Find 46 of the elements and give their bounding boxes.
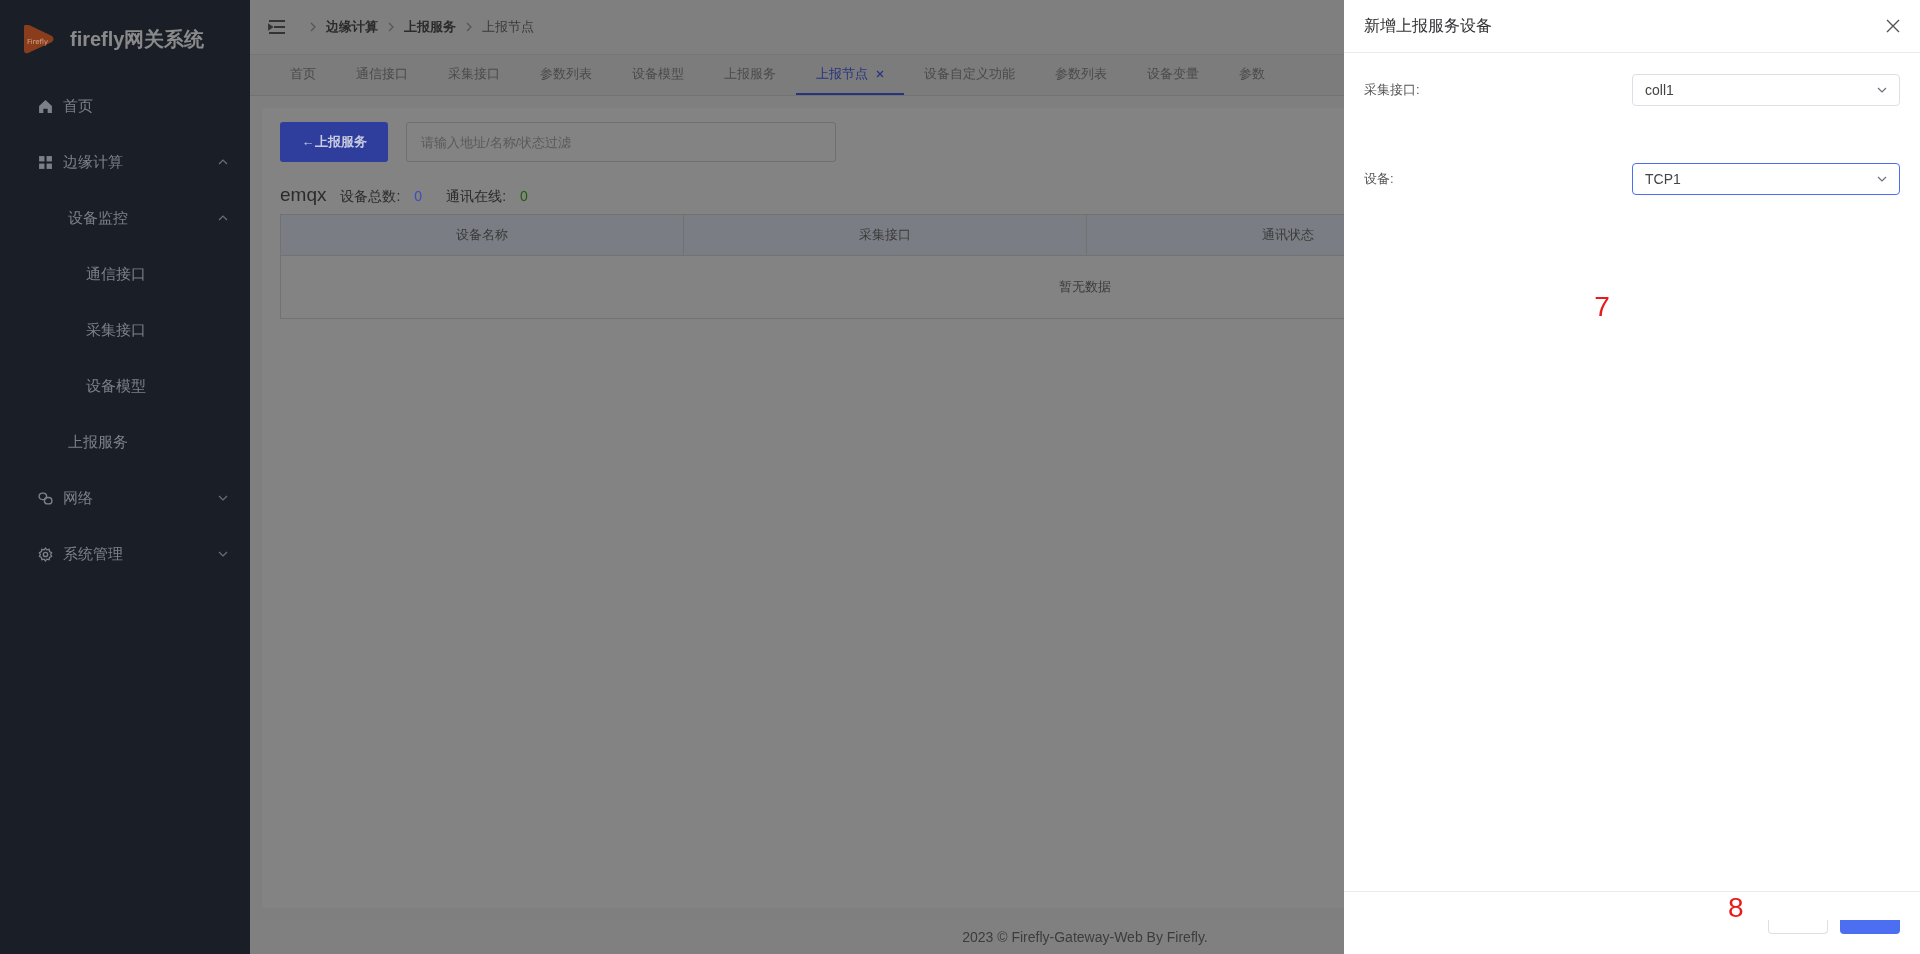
breadcrumb-item[interactable]: 上报服务 [404, 18, 456, 36]
annotation-number: 8 [1728, 892, 1744, 923]
tab[interactable]: 上报节点 [796, 55, 904, 95]
column-header: 设备名称 [280, 214, 684, 256]
menu-item[interactable]: 上报服务 [68, 432, 128, 452]
chevron-icon [218, 215, 228, 221]
column-header: 采集接口 [683, 214, 1087, 256]
menu-icon[interactable] [268, 20, 286, 34]
menu-item[interactable]: 系统管理 [63, 544, 123, 564]
settings-icon [38, 546, 53, 562]
chevron-icon [218, 551, 228, 557]
back-button[interactable]: ←上报服务 [280, 122, 388, 162]
separator-icon [310, 22, 316, 32]
footer-text: 2023 © Firefly-Gateway-Web By Firefly. [962, 929, 1208, 945]
annotation-number: 7 [1594, 291, 1610, 323]
breadcrumb-item: 上报节点 [482, 18, 534, 36]
empty-text: 暂无数据 [1059, 279, 1111, 294]
menu-item[interactable]: 设备模型 [86, 376, 146, 396]
menu-item[interactable]: 首页 [63, 96, 93, 116]
breadcrumb-item[interactable]: 边缘计算 [326, 18, 378, 36]
stat-label: 设备总数: [340, 188, 401, 206]
chevron-icon [218, 495, 228, 501]
node-name: emqx [280, 184, 327, 206]
stat-value: 0 [520, 188, 528, 204]
menu-item[interactable]: 采集接口 [86, 320, 146, 340]
chevron-icon [1877, 176, 1887, 182]
app-title: firefly网关系统 [70, 26, 205, 52]
stat-value: 0 [414, 188, 423, 204]
select-field[interactable]: TCP1 [1632, 163, 1900, 195]
separator-icon [466, 22, 472, 32]
menu-item[interactable]: 设备监控 [68, 208, 128, 228]
link-icon [38, 490, 53, 506]
select-field[interactable]: coll1 [1632, 74, 1900, 106]
menu-item[interactable]: 通信接口 [86, 264, 146, 284]
field-label: 采集接口: [1364, 81, 1420, 99]
field-label: 设备: [1364, 170, 1394, 188]
drawer-title: 新增上报服务设备 [1364, 15, 1492, 36]
menu-item[interactable]: 边缘计算 [63, 152, 123, 172]
separator-icon [388, 22, 394, 32]
stat-label: 通讯在线: [446, 188, 507, 206]
close-icon[interactable] [1886, 19, 1900, 33]
grid-icon [38, 154, 53, 170]
chevron-icon [1877, 87, 1887, 93]
chevron-icon [218, 159, 228, 165]
menu-item[interactable]: 网络 [63, 488, 93, 508]
home-icon [38, 98, 53, 114]
